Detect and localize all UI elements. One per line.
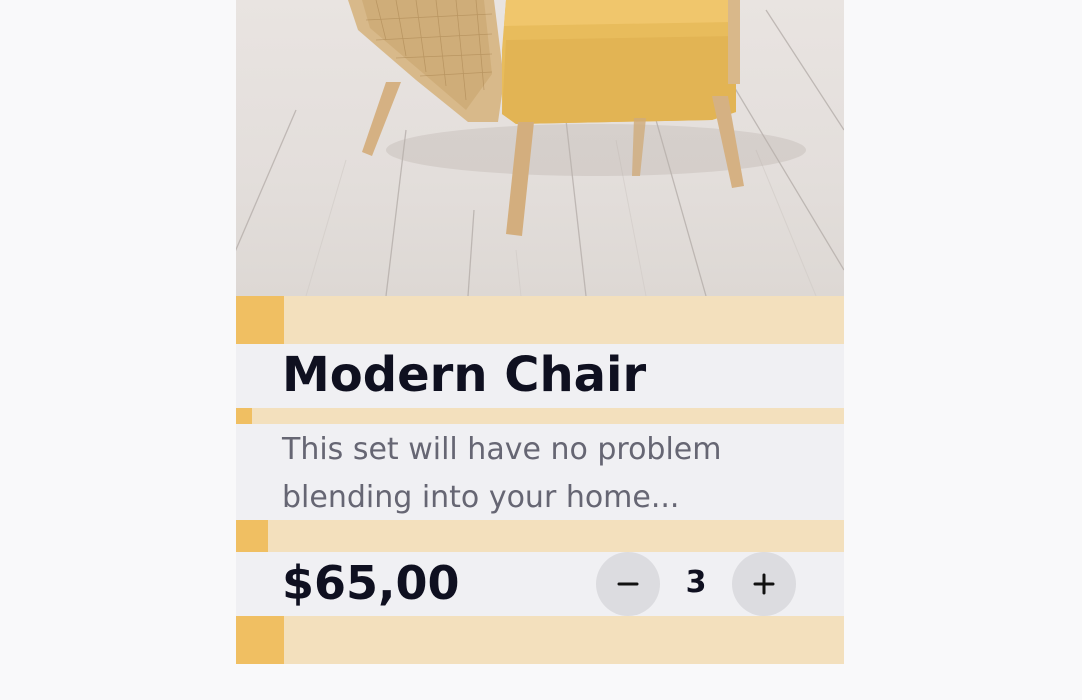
increment-button[interactable] [732, 552, 796, 616]
product-image [236, 0, 844, 296]
product-title: Modern Chair [282, 347, 647, 403]
minus-icon [617, 582, 639, 586]
quantity-value: 3 [685, 565, 707, 600]
accent-band [236, 408, 844, 424]
accent-band [236, 296, 844, 344]
chair-illustration [236, 0, 844, 296]
product-price: $65,00 [282, 556, 460, 610]
product-description: This set will have no problem blending i… [282, 432, 722, 515]
accent-block [236, 616, 284, 664]
decrement-button[interactable] [596, 552, 660, 616]
product-card: Modern Chair This set will have no probl… [236, 0, 844, 664]
accent-block [236, 520, 268, 552]
accent-block [236, 408, 252, 424]
accent-band [236, 520, 844, 552]
accent-block [236, 296, 284, 344]
plus-icon [753, 573, 775, 595]
accent-band [236, 616, 844, 664]
